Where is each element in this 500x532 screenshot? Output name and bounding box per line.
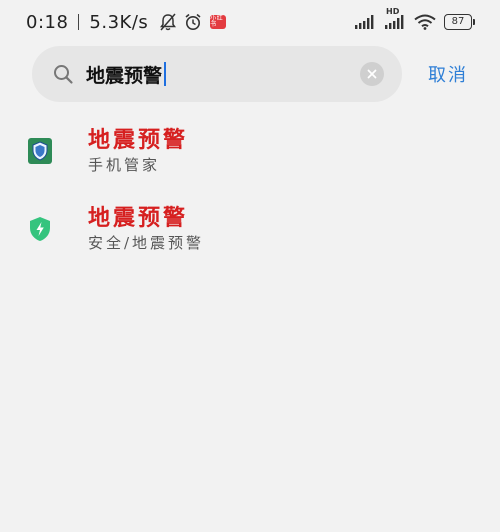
app-badge-icon: 小红书 [210, 15, 227, 29]
battery-icon: 87 [444, 14, 475, 30]
search-row: 地震预警 取消 [0, 46, 500, 102]
hd-label: HD [386, 7, 400, 16]
search-result-item[interactable]: 地震预警 安全/地震预警 [0, 198, 500, 268]
clear-button[interactable] [360, 62, 384, 86]
status-time: 0:18 [26, 11, 69, 33]
bell-off-icon [160, 13, 177, 31]
search-query-text: 地震预警 [86, 64, 163, 87]
signal-hd-icon: HD [384, 7, 406, 30]
result-title: 地震预警 [88, 127, 189, 153]
search-icon [54, 65, 73, 84]
phone-manager-shield-icon [28, 138, 52, 164]
search-input[interactable]: 地震预警 [86, 58, 167, 90]
result-title: 地震预警 [88, 205, 189, 231]
wifi-icon [414, 14, 436, 30]
result-subtitle: 手机管家 [88, 156, 161, 174]
status-bar: 0:18 5.3K/s 小红书 HD 87 [0, 0, 500, 44]
search-box[interactable]: 地震预警 [32, 46, 402, 102]
text-caret [164, 62, 167, 86]
status-left: 0:18 5.3K/s 小红书 [26, 10, 227, 34]
result-subtitle: 安全/地震预警 [88, 234, 205, 252]
signal-icon [355, 15, 374, 29]
security-bolt-shield-icon [30, 217, 50, 241]
alarm-clock-icon [185, 13, 201, 30]
network-speed: 5.3K/s [89, 11, 149, 33]
status-icons-left: 小红书 [160, 13, 227, 31]
clear-icon [367, 69, 377, 79]
status-separator [78, 14, 80, 30]
search-result-item[interactable]: 地震预警 手机管家 [0, 120, 500, 190]
status-right: HD 87 [354, 7, 475, 34]
cancel-button[interactable]: 取消 [428, 60, 468, 88]
